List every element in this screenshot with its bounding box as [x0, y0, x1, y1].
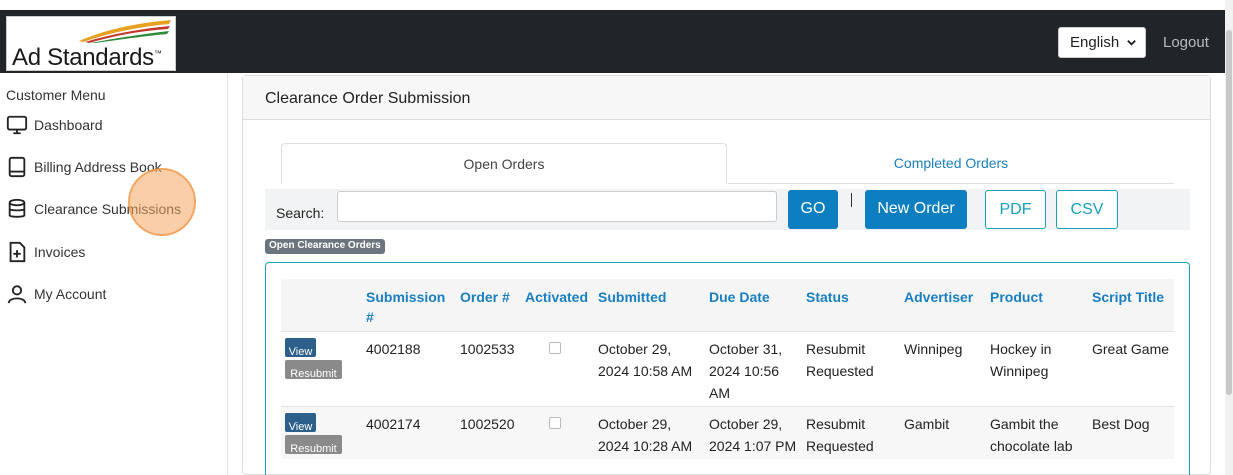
table-row: View Resubmit 4002174 1002520 October 29…	[281, 406, 1174, 459]
ad-standards-logo[interactable]: Ad Standards™	[6, 16, 176, 71]
tab-open-orders[interactable]: Open Orders	[281, 143, 727, 184]
cell-advertiser: Gambit	[900, 406, 986, 459]
sidebar-item-label: Dashboard	[34, 117, 103, 133]
resubmit-button[interactable]: Resubmit	[285, 360, 342, 380]
column-header-script-title[interactable]: Script Title	[1088, 279, 1174, 332]
cell-status: Resubmit Requested	[802, 406, 900, 459]
logout-link[interactable]: Logout	[1163, 34, 1209, 51]
open-orders-badge: Open Clearance Orders	[265, 239, 385, 254]
go-button[interactable]: GO	[788, 190, 838, 229]
tab-completed-orders[interactable]: Completed Orders	[728, 143, 1174, 184]
cell-order: 1002533	[456, 331, 521, 407]
column-header-due-date[interactable]: Due Date	[705, 279, 802, 332]
column-header-order[interactable]: Order #	[456, 279, 521, 332]
cell-due-date: October 31, 2024 10:56 AM	[705, 331, 802, 407]
monitor-icon	[6, 114, 28, 136]
sidebar-item-my-account[interactable]: My Account	[6, 282, 106, 306]
row-actions: View Resubmit	[281, 406, 362, 459]
orders-table-container: Submission # Order # Activated Submitted…	[265, 262, 1190, 475]
page-scrollbar[interactable]	[1225, 0, 1233, 475]
activated-checkbox[interactable]	[549, 342, 561, 354]
column-header-activated[interactable]: Activated	[521, 279, 594, 332]
sidebar-item-label: My Account	[34, 286, 107, 302]
toolbar-separator	[851, 193, 852, 207]
cell-script-title: Best Dog	[1088, 406, 1174, 459]
cell-submitted: October 29, 2024 10:58 AM	[594, 331, 705, 407]
sidebar-item-label: Invoices	[34, 244, 86, 260]
database-icon	[6, 198, 28, 220]
csv-button[interactable]: CSV	[1056, 190, 1118, 229]
column-header-actions	[281, 279, 362, 332]
cell-script-title: Great Game	[1088, 331, 1174, 407]
user-icon	[6, 283, 28, 305]
column-header-advertiser[interactable]: Advertiser	[900, 279, 986, 332]
cell-submission: 4002174	[362, 406, 456, 459]
pdf-button[interactable]: PDF	[985, 190, 1046, 229]
cell-product: Hockey in Winnipeg	[986, 331, 1088, 407]
orders-table: Submission # Order # Activated Submitted…	[281, 279, 1174, 459]
chevron-down-icon	[1127, 40, 1136, 46]
file-plus-icon	[6, 241, 28, 263]
card-title: Clearance Order Submission	[243, 76, 1210, 120]
view-button[interactable]: View	[285, 413, 316, 433]
sidebar-title: Customer Menu	[6, 87, 106, 103]
row-actions: View Resubmit	[281, 331, 362, 407]
view-button[interactable]: View	[285, 338, 316, 358]
cell-submission: 4002188	[362, 331, 456, 407]
sidebar-item-dashboard[interactable]: Dashboard	[6, 113, 103, 137]
cell-advertiser: Winnipeg	[900, 331, 986, 407]
sidebar: Customer Menu Dashboard Billing Address …	[0, 73, 228, 475]
cell-order: 1002520	[456, 406, 521, 459]
cell-due-date: October 29, 2024 1:07 PM	[705, 406, 802, 459]
sidebar-item-billing-address-book[interactable]: Billing Address Book	[6, 155, 162, 179]
cell-product: Gambit the chocolate lab	[986, 406, 1088, 459]
column-header-status[interactable]: Status	[802, 279, 900, 332]
column-header-product[interactable]: Product	[986, 279, 1088, 332]
search-label: Search:	[276, 205, 325, 221]
new-order-button[interactable]: New Order	[865, 190, 967, 229]
scrollbar-thumb[interactable]	[1226, 30, 1232, 395]
language-selected-value: English	[1070, 34, 1120, 51]
search-toolbar: Search: GO New Order PDF CSV	[265, 189, 1190, 230]
logo-swoosh-icon	[79, 20, 171, 43]
cell-submitted: October 29, 2024 10:28 AM	[594, 406, 705, 459]
language-select[interactable]: English	[1058, 27, 1146, 58]
cell-status: Resubmit Requested	[802, 331, 900, 407]
table-header-row: Submission # Order # Activated Submitted…	[281, 279, 1174, 332]
click-indicator	[128, 168, 196, 236]
search-input[interactable]	[337, 191, 777, 222]
book-icon	[6, 156, 28, 178]
logo-text: Ad Standards™	[12, 44, 162, 71]
column-header-submitted[interactable]: Submitted	[594, 279, 705, 332]
page: Ad Standards™ English Logout Customer Me…	[0, 0, 1233, 475]
sidebar-item-invoices[interactable]: Invoices	[6, 240, 85, 264]
cell-activated	[521, 331, 594, 407]
clearance-order-card: Clearance Order Submission Open Orders C…	[242, 75, 1211, 475]
column-header-submission[interactable]: Submission #	[362, 279, 456, 332]
activated-checkbox[interactable]	[549, 417, 561, 429]
resubmit-button[interactable]: Resubmit	[285, 435, 342, 455]
cell-activated	[521, 406, 594, 459]
table-row: View Resubmit 4002188 1002533 October 29…	[281, 331, 1174, 407]
top-navbar: Ad Standards™ English Logout	[0, 10, 1225, 73]
